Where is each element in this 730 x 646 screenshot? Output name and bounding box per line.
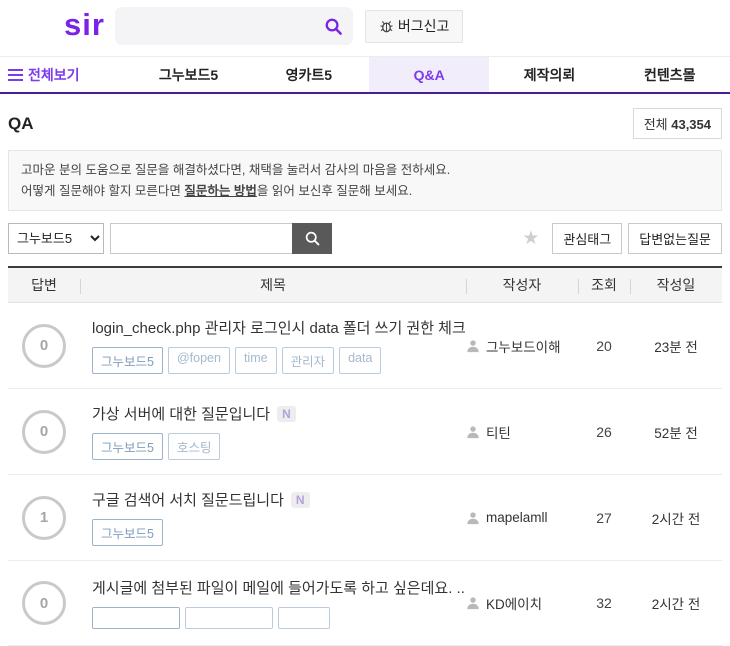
post-tag[interactable]: 관리자 [282,347,335,374]
header-views: 조회 [578,268,630,302]
post-author-name[interactable]: mapelamll [486,510,548,525]
keyword-search-button[interactable] [292,223,332,254]
post-tag[interactable]: time [235,347,277,374]
post-tag[interactable] [92,607,180,629]
header-author: 작성자 [466,268,578,302]
nav-item-label: 전체보기 [28,65,80,85]
how-to-ask-link[interactable]: 질문하는 방법 [184,184,256,198]
board-notice: 고마운 분의 도움으로 질문을 해결하셨다면, 채택을 눌러서 감사의 마음을 … [8,150,722,211]
site-logo[interactable]: sir [64,9,105,44]
post-title-link[interactable]: 게시글에 첨부된 파일이 메일에 들어가도록 하고 싶은데요. ... [92,577,466,598]
nav-item-gnuboard5[interactable]: 그누보드5 [128,57,248,92]
user-icon [466,339,480,353]
nav-item-label: Q&A [414,67,445,83]
post-view-count: 26 [578,424,630,440]
search-icon[interactable] [324,17,343,36]
unanswered-button[interactable]: 답변없는질문 [628,223,722,254]
site-header: sir 버그신고 [0,0,730,52]
interest-tag-button[interactable]: 관심태그 [552,223,622,254]
post-date: 2시간 전 [630,593,722,613]
board-main: QA 전체 43,354 고마운 분의 도움으로 질문을 해결하셨다면, 채택을… [0,108,730,646]
post-author-name[interactable]: KD에이치 [486,593,542,613]
header-date: 작성일 [630,268,722,302]
post-title-link[interactable]: 가상 서버에 대한 질문입니다 [92,403,270,424]
menu-icon [8,69,23,81]
nav-item-label: 컨텐츠몰 [644,65,696,85]
post-list: 0 login_check.php 관리자 로그인시 data 폴더 쓰기 권한… [8,303,722,646]
post-tag[interactable]: @fopen [168,347,230,374]
bug-report-button[interactable]: 버그신고 [365,10,464,43]
global-search-box[interactable] [115,7,353,45]
keyword-input[interactable] [110,223,292,254]
post-author-name[interactable]: 티틴 [486,422,511,442]
post-date: 52분 전 [630,422,722,442]
user-icon [466,511,480,525]
post-title-link[interactable]: login_check.php 관리자 로그인시 data 폴더 쓰기 권한 체… [92,317,466,338]
answer-count-badge: 1 [22,496,66,540]
answer-count-badge: 0 [22,324,66,368]
post-view-count: 27 [578,510,630,526]
post-row: 1 구글 검색어 서치 질문드립니다 N 그누보드5 mapelamll 27 … [8,475,722,561]
header-answers: 답변 [8,268,80,302]
global-search-input[interactable] [125,18,324,34]
nav-item-label: 그누보드5 [159,65,218,85]
category-select[interactable]: 그누보드5 [8,223,104,254]
post-view-count: 20 [578,338,630,354]
user-icon [466,425,480,439]
nav-item-contents-mall[interactable]: 컨텐츠몰 [610,57,730,92]
favorite-star-icon[interactable]: ★ [522,229,539,248]
main-nav: 전체보기 그누보드5 영카트5 Q&A 제작의뢰 컨텐츠몰 [0,56,730,94]
post-title-link[interactable]: 구글 검색어 서치 질문드립니다 [92,489,284,510]
filter-row: 그누보드5 ★ 관심태그 답변없는질문 [8,223,722,254]
post-tag[interactable]: 그누보드5 [92,433,163,460]
header-title: 제목 [80,268,466,302]
new-badge: N [277,406,296,422]
tag-list: 그누보드5호스팅 [92,433,460,460]
table-header: 답변 제목 작성자 조회 작성일 [8,266,722,303]
notice-line2: 어떻게 질문해야 할지 모른다면 질문하는 방법을 읽어 보신후 질문해 보세요… [21,181,709,202]
post-row: 0 가상 서버에 대한 질문입니다 N 그누보드5호스팅 티틴 26 52분 전 [8,389,722,475]
post-date: 23분 전 [630,336,722,356]
post-date: 2시간 전 [630,508,722,528]
page-title: QA [8,114,34,134]
tag-list: 그누보드5 [92,519,460,546]
answer-count-badge: 0 [22,581,66,625]
post-tag[interactable]: 그누보드5 [92,347,163,374]
bug-icon [379,19,394,34]
nav-item-all[interactable]: 전체보기 [0,57,128,92]
post-tag[interactable]: 그누보드5 [92,519,163,546]
board-title-row: QA 전체 43,354 [8,108,722,139]
tag-list [92,607,460,629]
total-count-box: 전체 43,354 [633,108,722,139]
total-label: 전체 [644,117,668,132]
post-view-count: 32 [578,595,630,611]
post-author-name[interactable]: 그누보드이해 [486,336,561,356]
total-count: 43,354 [671,117,711,132]
user-icon [466,596,480,610]
post-row: 0 게시글에 첨부된 파일이 메일에 들어가도록 하고 싶은데요. ... KD… [8,561,722,646]
post-tag[interactable]: 호스팅 [168,433,221,460]
nav-item-qna[interactable]: Q&A [369,57,489,92]
post-tag[interactable] [278,607,330,629]
bug-report-label: 버그신고 [398,16,450,36]
tag-list: 그누보드5@fopentime관리자data [92,347,460,374]
nav-item-youngcart5[interactable]: 영카트5 [249,57,369,92]
notice-line1: 고마운 분의 도움으로 질문을 해결하셨다면, 채택을 눌러서 감사의 마음을 … [21,160,709,181]
nav-item-label: 영카트5 [286,65,332,85]
answer-count-badge: 0 [22,410,66,454]
post-tag[interactable] [185,607,273,629]
nav-item-request[interactable]: 제작의뢰 [489,57,609,92]
post-tag[interactable]: data [339,347,381,374]
post-row: 0 login_check.php 관리자 로그인시 data 폴더 쓰기 권한… [8,303,722,389]
nav-item-label: 제작의뢰 [524,65,576,85]
new-badge: N [291,492,310,508]
